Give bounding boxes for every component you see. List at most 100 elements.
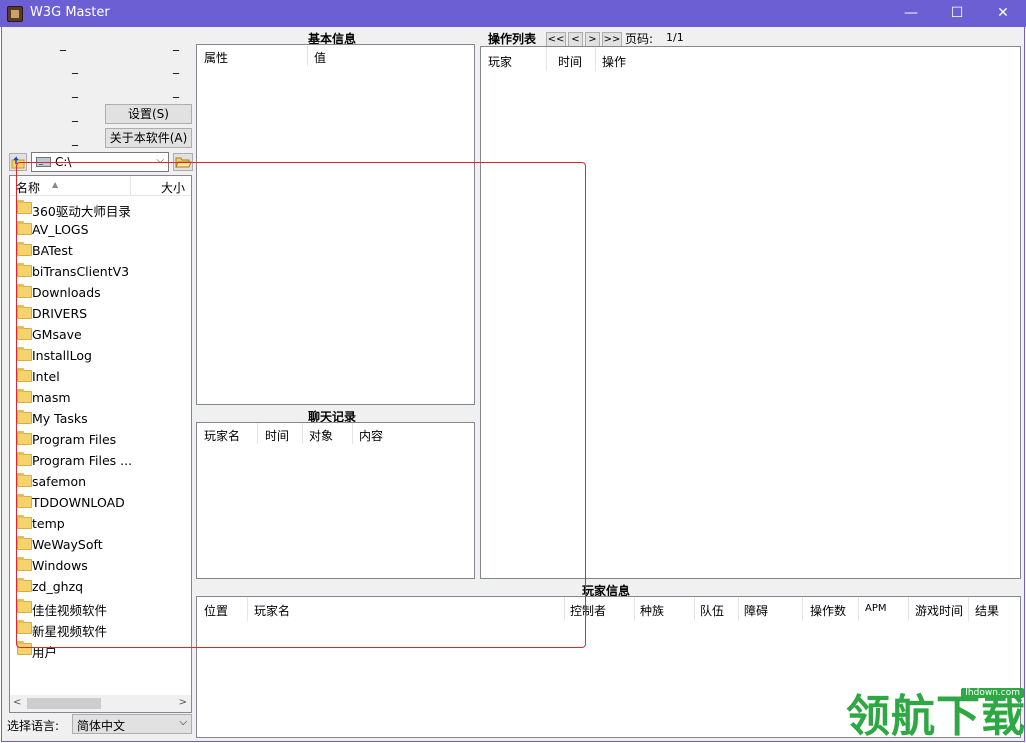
column-header[interactable]: 结果	[975, 602, 999, 619]
list-item-label: GMsave	[32, 327, 82, 342]
column-separator	[546, 47, 547, 71]
list-item[interactable]: My Tasks	[10, 408, 191, 429]
settings-button[interactable]: 设置(S)	[105, 104, 192, 124]
list-item[interactable]: BATest	[10, 240, 191, 261]
basic-info-panel[interactable]: 属性 值	[196, 44, 475, 405]
folder-icon	[17, 494, 32, 508]
column-separator	[595, 47, 596, 71]
last-page-button[interactable]: >>	[602, 32, 622, 47]
list-item-label: My Tasks	[32, 411, 88, 426]
folder-icon	[17, 410, 32, 424]
actions-panel[interactable]: 玩家 时间 操作	[480, 46, 1021, 579]
list-item[interactable]: safemon	[10, 471, 191, 492]
scroll-thumb[interactable]	[27, 698, 101, 709]
column-header[interactable]: 玩家名	[204, 427, 240, 444]
list-item-label: Intel	[32, 369, 60, 384]
column-header[interactable]: 队伍	[700, 602, 724, 619]
file-list-header: 名称 ▲ 大小	[10, 176, 191, 196]
chevron-down-icon: ⌵	[156, 155, 164, 166]
chat-panel[interactable]: 玩家名 时间 对象 内容	[196, 422, 475, 579]
app-icon	[7, 6, 23, 22]
list-item-label: DRIVERS	[32, 306, 88, 321]
client-area: _ _ _ _ _ _ _ _ 设置(S) 关于本软件(A) C:\ ⌵ 名称 …	[1, 27, 1025, 742]
list-item[interactable]: Windows	[10, 555, 191, 576]
list-item[interactable]: temp	[10, 513, 191, 534]
list-item[interactable]: TDDOWNLOAD	[10, 492, 191, 513]
column-header[interactable]: 内容	[359, 427, 383, 444]
list-item[interactable]: Program Files ...	[10, 450, 191, 471]
list-item[interactable]: 用户	[10, 639, 191, 660]
list-item-label: Program Files ...	[32, 453, 133, 468]
folder-icon	[17, 347, 32, 361]
folder-icon	[17, 620, 32, 634]
column-header[interactable]: 时间	[265, 427, 289, 444]
list-item[interactable]: Program Files	[10, 429, 191, 450]
list-item-label: AV_LOGS	[32, 222, 89, 237]
column-separator	[738, 597, 739, 621]
list-item[interactable]: zd_ghzq	[10, 576, 191, 597]
column-separator	[302, 423, 303, 444]
blank-label: _	[72, 60, 78, 74]
column-header[interactable]: 值	[314, 49, 326, 66]
list-item[interactable]: 360驱动大师目录	[10, 198, 191, 219]
column-header[interactable]: 操作	[602, 53, 626, 70]
column-header[interactable]: APM	[865, 603, 887, 614]
language-select[interactable]: 简体中文 ⌵	[72, 714, 192, 734]
list-item[interactable]: biTransClientV3	[10, 261, 191, 282]
horizontal-scrollbar[interactable]: < >	[10, 695, 191, 712]
column-header[interactable]: 时间	[558, 53, 582, 70]
list-item-label: 佳佳视频软件	[32, 603, 108, 618]
list-item[interactable]: GMsave	[10, 324, 191, 345]
column-separator	[564, 597, 565, 621]
list-item[interactable]: 佳佳视频软件	[10, 597, 191, 618]
list-item-label: Program Files	[32, 432, 117, 447]
column-header[interactable]: 障碍	[744, 602, 768, 619]
list-item[interactable]: 新星视频软件	[10, 618, 191, 639]
column-header[interactable]: 游戏时间	[915, 602, 963, 619]
folder-icon	[17, 578, 32, 592]
scroll-right-icon[interactable]: >	[179, 697, 187, 708]
watermark-url: lhdown.com	[961, 688, 1024, 698]
sort-asc-icon: ▲	[52, 180, 59, 189]
close-button[interactable]: ✕	[980, 0, 1026, 27]
minimize-button[interactable]: —	[888, 0, 934, 27]
list-item-label: 用户	[32, 645, 58, 660]
list-item-label: Windows	[32, 558, 88, 573]
up-folder-button[interactable]	[9, 153, 27, 171]
open-folder-button[interactable]	[173, 153, 193, 171]
column-size-header[interactable]: 大小	[161, 179, 185, 196]
title-bar: W3G Master — ☐ ✕	[0, 0, 1026, 27]
column-header[interactable]: 位置	[204, 602, 228, 619]
list-item[interactable]: Intel	[10, 366, 191, 387]
column-header[interactable]: 控制者	[570, 602, 606, 619]
column-name-header[interactable]: 名称	[16, 179, 40, 196]
drive-select[interactable]: C:\ ⌵	[31, 152, 169, 172]
about-button[interactable]: 关于本软件(A)	[105, 128, 192, 148]
column-separator	[307, 45, 308, 66]
column-header[interactable]: 属性	[204, 49, 228, 66]
list-item-label: InstallLog	[32, 348, 92, 363]
list-item[interactable]: WeWaySoft	[10, 534, 191, 555]
list-item-label: TDDOWNLOAD	[32, 495, 125, 510]
file-list[interactable]: 名称 ▲ 大小 360驱动大师目录 AV_LOGS BATest biTransCli…	[9, 175, 192, 713]
list-item[interactable]: masm	[10, 387, 191, 408]
column-header[interactable]: 种族	[640, 602, 664, 619]
list-item-label: 新星视频软件	[32, 624, 108, 639]
list-item[interactable]: InstallLog	[10, 345, 191, 366]
list-item-label: safemon	[32, 474, 87, 489]
prev-page-button[interactable]: <	[568, 32, 583, 47]
list-item[interactable]: AV_LOGS	[10, 219, 191, 240]
column-header[interactable]: 操作数	[810, 602, 846, 619]
list-item[interactable]: DRIVERS	[10, 303, 191, 324]
list-item-label: WeWaySoft	[32, 537, 103, 552]
first-page-button[interactable]: <<	[546, 32, 566, 47]
maximize-button[interactable]: ☐	[934, 0, 980, 27]
column-header[interactable]: 玩家名	[254, 602, 290, 619]
column-separator	[968, 597, 969, 621]
next-page-button[interactable]: >	[585, 32, 600, 47]
column-header[interactable]: 玩家	[488, 53, 512, 70]
column-separator	[634, 597, 635, 621]
scroll-left-icon[interactable]: <	[13, 697, 21, 708]
column-header[interactable]: 对象	[309, 427, 333, 444]
list-item[interactable]: Downloads	[10, 282, 191, 303]
